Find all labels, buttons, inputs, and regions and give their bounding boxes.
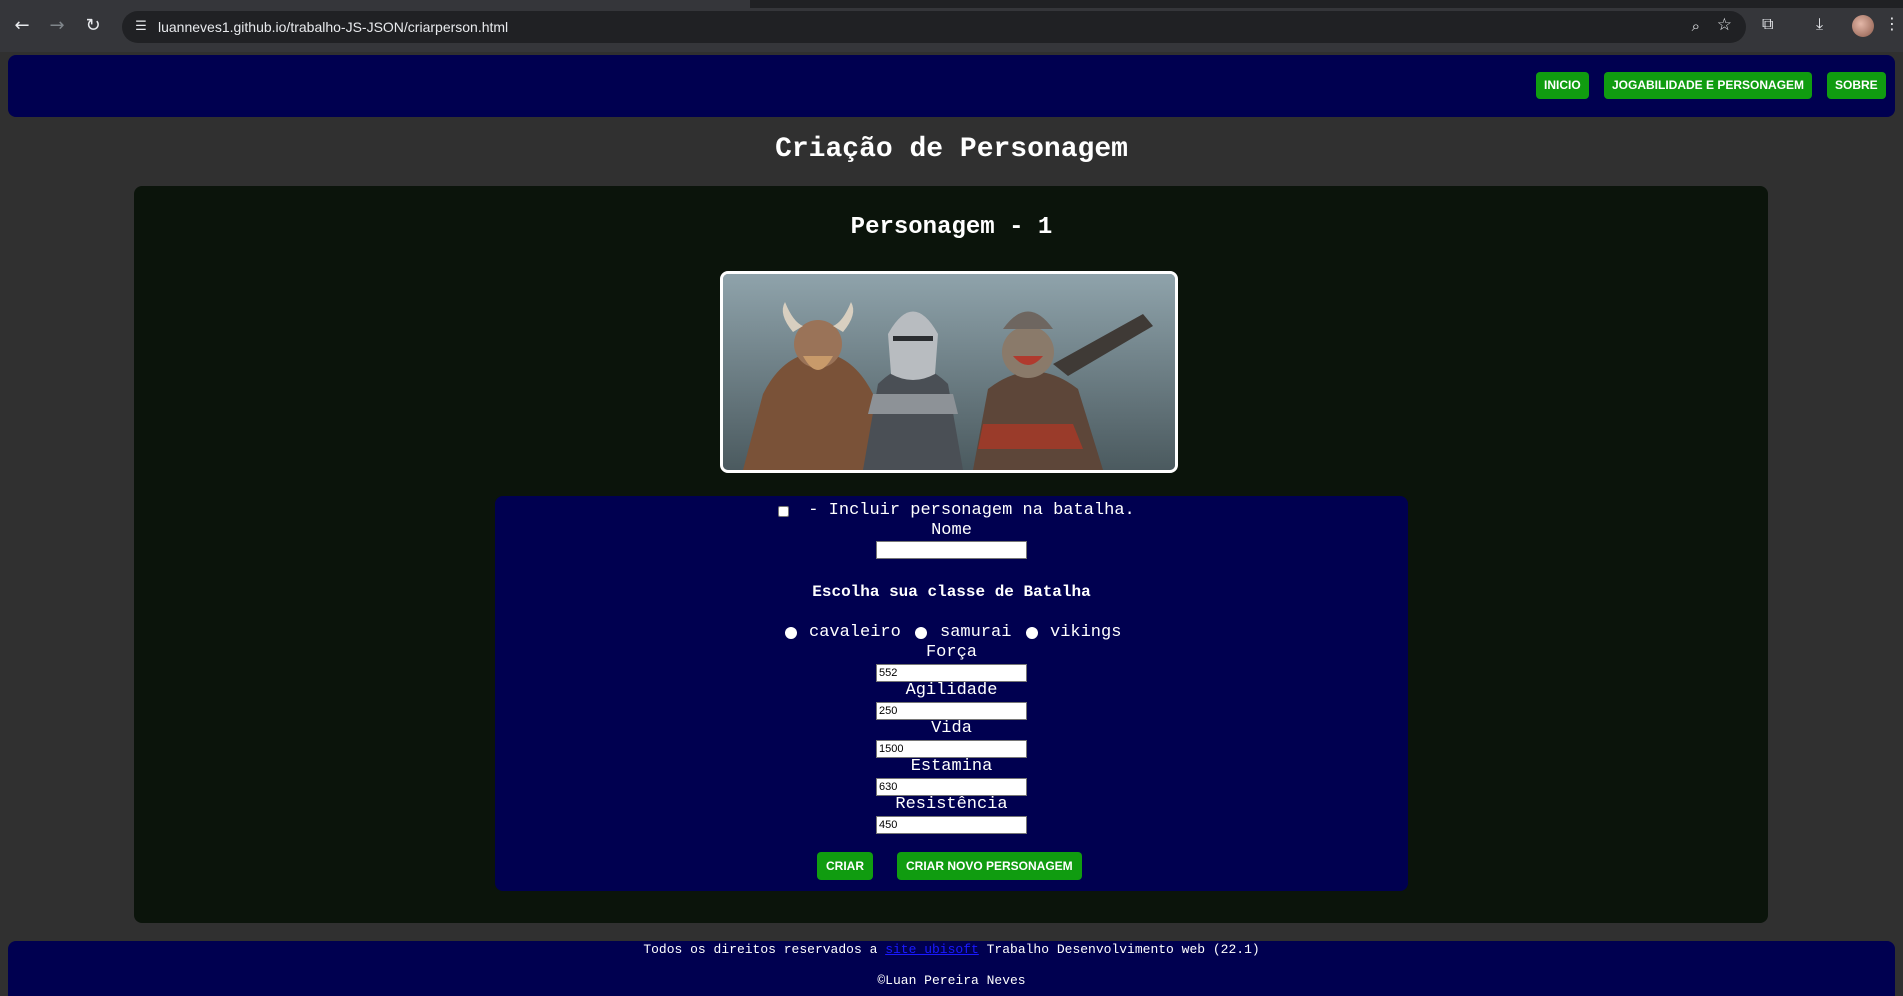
site-header: INICIO JOGABILIDADE E PERSONAGEM SOBRE	[8, 55, 1895, 117]
footer-copyright: ©Luan Pereira Neves	[877, 973, 1026, 988]
site-settings-icon[interactable]: ☰	[132, 18, 150, 36]
extensions-icon[interactable]: ⧉	[1762, 14, 1773, 34]
name-input[interactable]	[876, 541, 1027, 559]
reload-icon[interactable]: ↻	[82, 15, 104, 37]
zoom-icon[interactable]: ⌕	[1692, 17, 1700, 35]
resistencia-label: Resistência	[895, 795, 1008, 814]
download-icon[interactable]: ⤓	[1816, 14, 1823, 34]
url-text[interactable]: luanneves1.github.io/trabalho-JS-JSON/cr…	[158, 11, 508, 43]
estamina-label: Estamina	[910, 757, 993, 776]
nav-jogabilidade-button[interactable]: JOGABILIDADE E PERSONAGEM	[1604, 72, 1813, 99]
radio-vikings[interactable]	[1026, 627, 1038, 639]
radio-label-samurai: samurai	[940, 623, 1012, 642]
radio-samurai[interactable]	[915, 627, 927, 639]
forca-input[interactable]	[876, 664, 1027, 682]
vida-input[interactable]	[876, 740, 1027, 758]
radio-cavaleiro[interactable]	[785, 627, 797, 639]
active-tab[interactable]	[0, 0, 750, 8]
nav-inicio-button[interactable]: INICIO	[1536, 72, 1589, 99]
resistencia-input[interactable]	[876, 816, 1027, 834]
menu-icon[interactable]: ⋮	[1884, 14, 1900, 33]
warriors-illustration	[723, 274, 1175, 470]
forca-label: Força	[925, 643, 977, 662]
create-new-character-button[interactable]: CRIAR NOVO PERSONAGEM	[897, 852, 1082, 880]
footer-ubisoft-link[interactable]: site ubisoft	[885, 942, 979, 957]
radio-label-cavaleiro: cavaleiro	[809, 623, 901, 642]
page-title: Criação de Personagem	[775, 134, 1128, 165]
estamina-input[interactable]	[876, 778, 1027, 796]
browser-toolbar: ← → ↻ ☰ luanneves1.github.io/trabalho-JS…	[0, 0, 1903, 52]
radio-label-vikings: vikings	[1050, 623, 1122, 642]
nav-sobre-button[interactable]: SOBRE	[1827, 72, 1886, 99]
footer-rights-suffix: Trabalho Desenvolvimento web (22.1)	[986, 942, 1260, 957]
agilidade-label: Agilidade	[905, 681, 998, 700]
agilidade-input[interactable]	[876, 702, 1027, 720]
bookmark-star-icon[interactable]: ☆	[1717, 15, 1732, 35]
character-image	[720, 271, 1178, 473]
class-heading: Escolha sua classe de Batalha	[812, 583, 1091, 601]
vida-label: Vida	[931, 719, 972, 738]
address-bar[interactable]: ☰ luanneves1.github.io/trabalho-JS-JSON/…	[122, 11, 1746, 43]
footer-rights-prefix: Todos os direitos reservados a	[643, 942, 878, 957]
name-label: Nome	[931, 521, 972, 540]
forward-icon[interactable]: →	[46, 15, 68, 37]
include-battle-label: - Incluir personagem na batalha.	[808, 501, 1135, 520]
profile-avatar[interactable]	[1852, 15, 1874, 37]
create-button[interactable]: CRIAR	[817, 852, 873, 880]
footer-rights: Todos os direitos reservados a site ubis…	[0, 942, 1903, 957]
back-icon[interactable]: ←	[11, 15, 33, 37]
character-title: Personagem - 1	[850, 214, 1053, 241]
